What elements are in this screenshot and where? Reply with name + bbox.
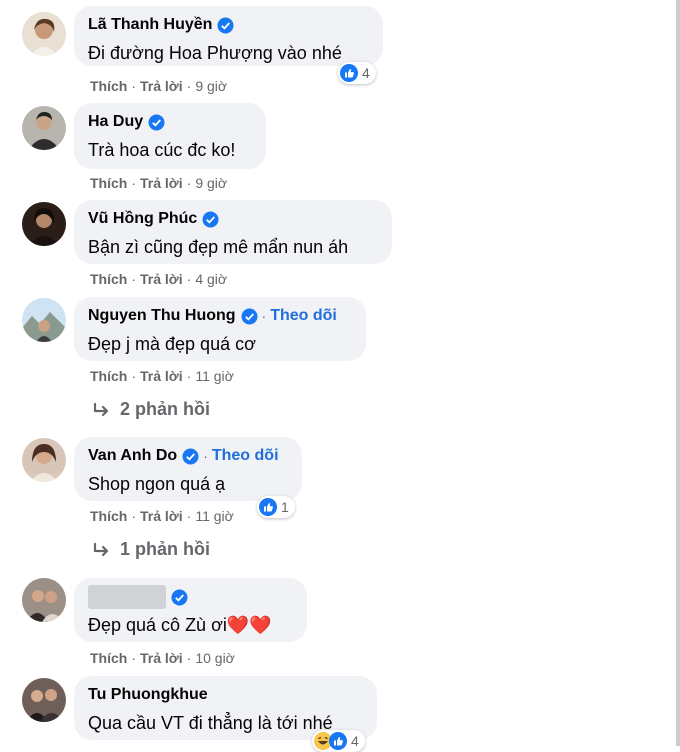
separator: · bbox=[131, 175, 137, 191]
separator: · bbox=[186, 78, 192, 94]
comment-text: Đẹp quá cô Zù ơi❤️❤️ bbox=[88, 615, 272, 635]
timestamp[interactable]: 10 giờ bbox=[195, 650, 235, 666]
comment-actions: Thích · Trả lời · 9 giờ bbox=[90, 78, 227, 94]
timestamp[interactable]: 11 giờ bbox=[195, 368, 234, 384]
separator: · bbox=[203, 448, 208, 464]
comment-bubble: Ha Duy Trà hoa cúc đc ko! bbox=[74, 103, 266, 169]
replies-count: 1 phản hồi bbox=[120, 539, 210, 559]
verified-badge-icon bbox=[182, 448, 199, 465]
avatar[interactable] bbox=[22, 106, 66, 150]
verified-badge-icon bbox=[171, 589, 188, 606]
commenter-name[interactable]: Lã Thanh Huyền bbox=[88, 16, 212, 34]
comment-text: Bận zì cũng đẹp mê mẩn nun áh bbox=[88, 237, 349, 257]
comment-text: Đi đường Hoa Phượng vào nhé bbox=[88, 43, 342, 63]
separator: · bbox=[186, 650, 192, 666]
avatar[interactable] bbox=[22, 438, 66, 482]
reply-link[interactable]: Trả lời bbox=[140, 650, 183, 666]
view-replies-button[interactable]: 2 phản hồi bbox=[92, 399, 210, 420]
follow-button[interactable]: Theo dõi bbox=[270, 307, 337, 325]
comment-actions: Thích · Trả lời · 10 giờ bbox=[90, 650, 235, 666]
avatar[interactable] bbox=[22, 678, 66, 722]
comment-actions: Thích · Trả lời · 4 giờ bbox=[90, 271, 227, 287]
commenter-name[interactable]: Ha Duy bbox=[88, 113, 143, 131]
reply-link[interactable]: Trả lời bbox=[140, 78, 183, 94]
commenter-name[interactable]: Tu Phuongkhue bbox=[88, 686, 208, 704]
reaction-summary[interactable]: 4 bbox=[338, 62, 376, 84]
reaction-count: 1 bbox=[281, 499, 289, 515]
like-link[interactable]: Thích bbox=[90, 508, 127, 524]
commenter-name[interactable]: Vũ Hồng Phúc bbox=[88, 210, 197, 228]
comment-bubble: Vũ Hồng Phúc Bận zì cũng đẹp mê mẩn nun … bbox=[74, 200, 392, 264]
window-edge bbox=[676, 0, 680, 746]
commenter-name[interactable]: Nguyen Thu Huong bbox=[88, 307, 236, 325]
reaction-summary[interactable]: 4 bbox=[312, 730, 365, 752]
commenter-name[interactable]: Van Anh Do bbox=[88, 447, 177, 465]
avatar[interactable] bbox=[22, 578, 66, 622]
comment-actions: Thích · Trả lời · 11 giờ bbox=[90, 508, 234, 524]
like-link[interactable]: Thích bbox=[90, 650, 127, 666]
comment-actions: Thích · Trả lời · 11 giờ bbox=[90, 368, 234, 384]
verified-badge-icon bbox=[202, 211, 219, 228]
comment-bubble: Đẹp quá cô Zù ơi❤️❤️ bbox=[74, 578, 307, 642]
timestamp[interactable]: 11 giờ bbox=[195, 508, 234, 524]
reply-arrow-icon bbox=[93, 542, 109, 556]
avatar[interactable] bbox=[22, 12, 66, 56]
like-link[interactable]: Thích bbox=[90, 271, 127, 287]
reaction-summary[interactable]: 1 bbox=[257, 496, 295, 518]
avatar[interactable] bbox=[22, 298, 66, 342]
reply-arrow-icon bbox=[93, 402, 109, 416]
separator: · bbox=[131, 78, 137, 94]
separator: · bbox=[131, 271, 137, 287]
timestamp[interactable]: 4 giờ bbox=[195, 271, 227, 287]
reply-link[interactable]: Trả lời bbox=[140, 271, 183, 287]
reply-link[interactable]: Trả lời bbox=[140, 368, 183, 384]
separator: · bbox=[186, 368, 192, 384]
comment-text: Shop ngon quá ạ bbox=[88, 474, 226, 494]
reply-link[interactable]: Trả lời bbox=[140, 508, 183, 524]
like-icon bbox=[340, 64, 358, 82]
reaction-count: 4 bbox=[362, 65, 370, 81]
verified-badge-icon bbox=[217, 17, 234, 34]
hidden-name bbox=[88, 585, 166, 609]
comment-bubble: Nguyen Thu Huong · Theo dõi Đẹp j mà đẹp… bbox=[74, 297, 366, 361]
separator: · bbox=[131, 368, 137, 384]
follow-button[interactable]: Theo dõi bbox=[212, 447, 279, 465]
comment-bubble: Van Anh Do · Theo dõi Shop ngon quá ạ bbox=[74, 437, 302, 501]
comment-text: Trà hoa cúc đc ko! bbox=[88, 140, 236, 160]
replies-count: 2 phản hồi bbox=[120, 399, 210, 419]
comment-actions: Thích · Trả lời · 9 giờ bbox=[90, 175, 227, 191]
reaction-count: 4 bbox=[351, 733, 359, 749]
verified-badge-icon bbox=[148, 114, 165, 131]
view-replies-button[interactable]: 1 phản hồi bbox=[92, 539, 210, 560]
separator: · bbox=[186, 175, 192, 191]
separator: · bbox=[186, 508, 192, 524]
like-icon bbox=[329, 732, 347, 750]
timestamp[interactable]: 9 giờ bbox=[195, 175, 227, 191]
avatar[interactable] bbox=[22, 202, 66, 246]
comment-text: Đẹp j mà đẹp quá cơ bbox=[88, 334, 256, 354]
timestamp[interactable]: 9 giờ bbox=[195, 78, 227, 94]
reply-link[interactable]: Trả lời bbox=[140, 175, 183, 191]
separator: · bbox=[261, 308, 267, 324]
separator: · bbox=[186, 271, 192, 287]
like-icon bbox=[259, 498, 277, 516]
separator: · bbox=[131, 508, 137, 524]
comment-bubble: Lã Thanh Huyền Đi đường Hoa Phượng vào n… bbox=[74, 6, 383, 66]
like-link[interactable]: Thích bbox=[90, 175, 127, 191]
like-link[interactable]: Thích bbox=[90, 78, 127, 94]
verified-badge-icon bbox=[241, 308, 258, 325]
separator: · bbox=[131, 650, 137, 666]
like-link[interactable]: Thích bbox=[90, 368, 127, 384]
